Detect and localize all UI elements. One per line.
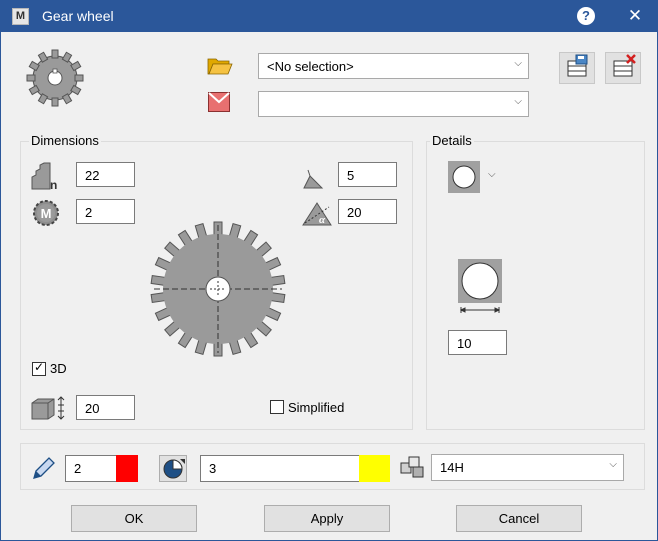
pen-icon[interactable] xyxy=(31,455,57,481)
module-input[interactable]: 2 xyxy=(76,199,135,224)
fill-value: 3 xyxy=(209,461,217,476)
database-save-icon xyxy=(567,54,588,77)
n-glyph: n xyxy=(50,178,57,191)
module-glyph: M xyxy=(41,206,52,221)
teeth-count-icon: n xyxy=(31,162,57,191)
apply-button[interactable]: Apply xyxy=(264,505,390,532)
thickness-value: 20 xyxy=(85,401,100,416)
diameter-input[interactable]: 10 xyxy=(448,330,507,355)
chevron-down-icon: ⌵ xyxy=(514,58,522,69)
pressure-angle-input[interactable]: 20 xyxy=(338,199,397,224)
pressure-angle-icon: α xyxy=(302,202,332,226)
fill-value-input[interactable]: 3 xyxy=(200,455,360,482)
pen-color-swatch[interactable] xyxy=(116,455,138,482)
database-delete-icon xyxy=(613,54,636,77)
teeth-count-input[interactable]: 22 xyxy=(76,162,135,187)
gear-wheel-icon xyxy=(26,49,84,107)
folder-open-icon[interactable] xyxy=(207,57,233,75)
detail-shape-dropdown[interactable]: ⌵ xyxy=(448,161,510,194)
window-title: Gear wheel xyxy=(42,8,114,24)
pen-width-input[interactable]: 2 xyxy=(65,455,117,482)
dimensions-label: Dimensions xyxy=(29,133,101,148)
tip-angle-input[interactable]: 5 xyxy=(338,162,397,187)
pressure-angle-value: 20 xyxy=(347,205,362,220)
tip-angle-value: 5 xyxy=(347,168,355,183)
color-select[interactable]: ⌵ xyxy=(258,91,529,117)
help-button[interactable]: ? xyxy=(577,7,595,25)
cancel-button[interactable]: Cancel xyxy=(456,505,582,532)
alpha-glyph: α xyxy=(319,214,326,226)
material-color-icon[interactable] xyxy=(208,92,230,112)
circle-shape-icon xyxy=(448,161,480,193)
teeth-count-value: 22 xyxy=(85,168,100,183)
details-label: Details xyxy=(430,133,474,148)
module-value: 2 xyxy=(85,205,93,220)
app-icon: M xyxy=(12,8,29,25)
diameter-preview-icon xyxy=(458,259,502,313)
chevron-down-icon: ⌵ xyxy=(609,459,617,470)
ok-button[interactable]: OK xyxy=(71,505,197,532)
fill-pattern-button[interactable] xyxy=(159,455,187,482)
module-icon: M xyxy=(33,200,59,226)
fit-tolerance-icon xyxy=(400,456,424,478)
tip-angle-icon xyxy=(303,169,324,189)
simplified-label: Simplified xyxy=(288,400,345,415)
3d-label: 3D xyxy=(50,361,67,376)
simplified-checkbox[interactable] xyxy=(270,400,284,414)
chevron-down-icon: ⌵ xyxy=(488,169,496,180)
delete-from-database-button[interactable] xyxy=(605,52,641,84)
pie-chart-icon xyxy=(163,459,185,479)
pen-width-value: 2 xyxy=(74,461,82,476)
check-mark-icon: ✓ xyxy=(34,360,45,374)
close-button[interactable]: ✕ xyxy=(623,4,647,28)
template-select[interactable]: <No selection> ⌵ xyxy=(258,53,529,79)
fit-select-value: 14H xyxy=(440,460,464,475)
save-to-database-button[interactable] xyxy=(559,52,595,84)
gear-preview-image xyxy=(150,221,286,357)
diameter-value: 10 xyxy=(457,336,472,351)
template-select-value: <No selection> xyxy=(267,59,354,74)
thickness-icon xyxy=(31,396,65,420)
chevron-down-icon: ⌵ xyxy=(514,96,522,107)
fill-color-swatch[interactable] xyxy=(359,455,390,482)
gear-wheel-dialog: M Gear wheel ? ✕ <No selection> ⌵ ⌵ Dime… xyxy=(0,0,658,541)
thickness-input[interactable]: 20 xyxy=(76,395,135,420)
fit-select[interactable]: 14H ⌵ xyxy=(431,454,624,481)
3d-checkbox[interactable]: ✓ xyxy=(32,360,46,376)
title-bar: M Gear wheel ? ✕ xyxy=(1,0,658,32)
